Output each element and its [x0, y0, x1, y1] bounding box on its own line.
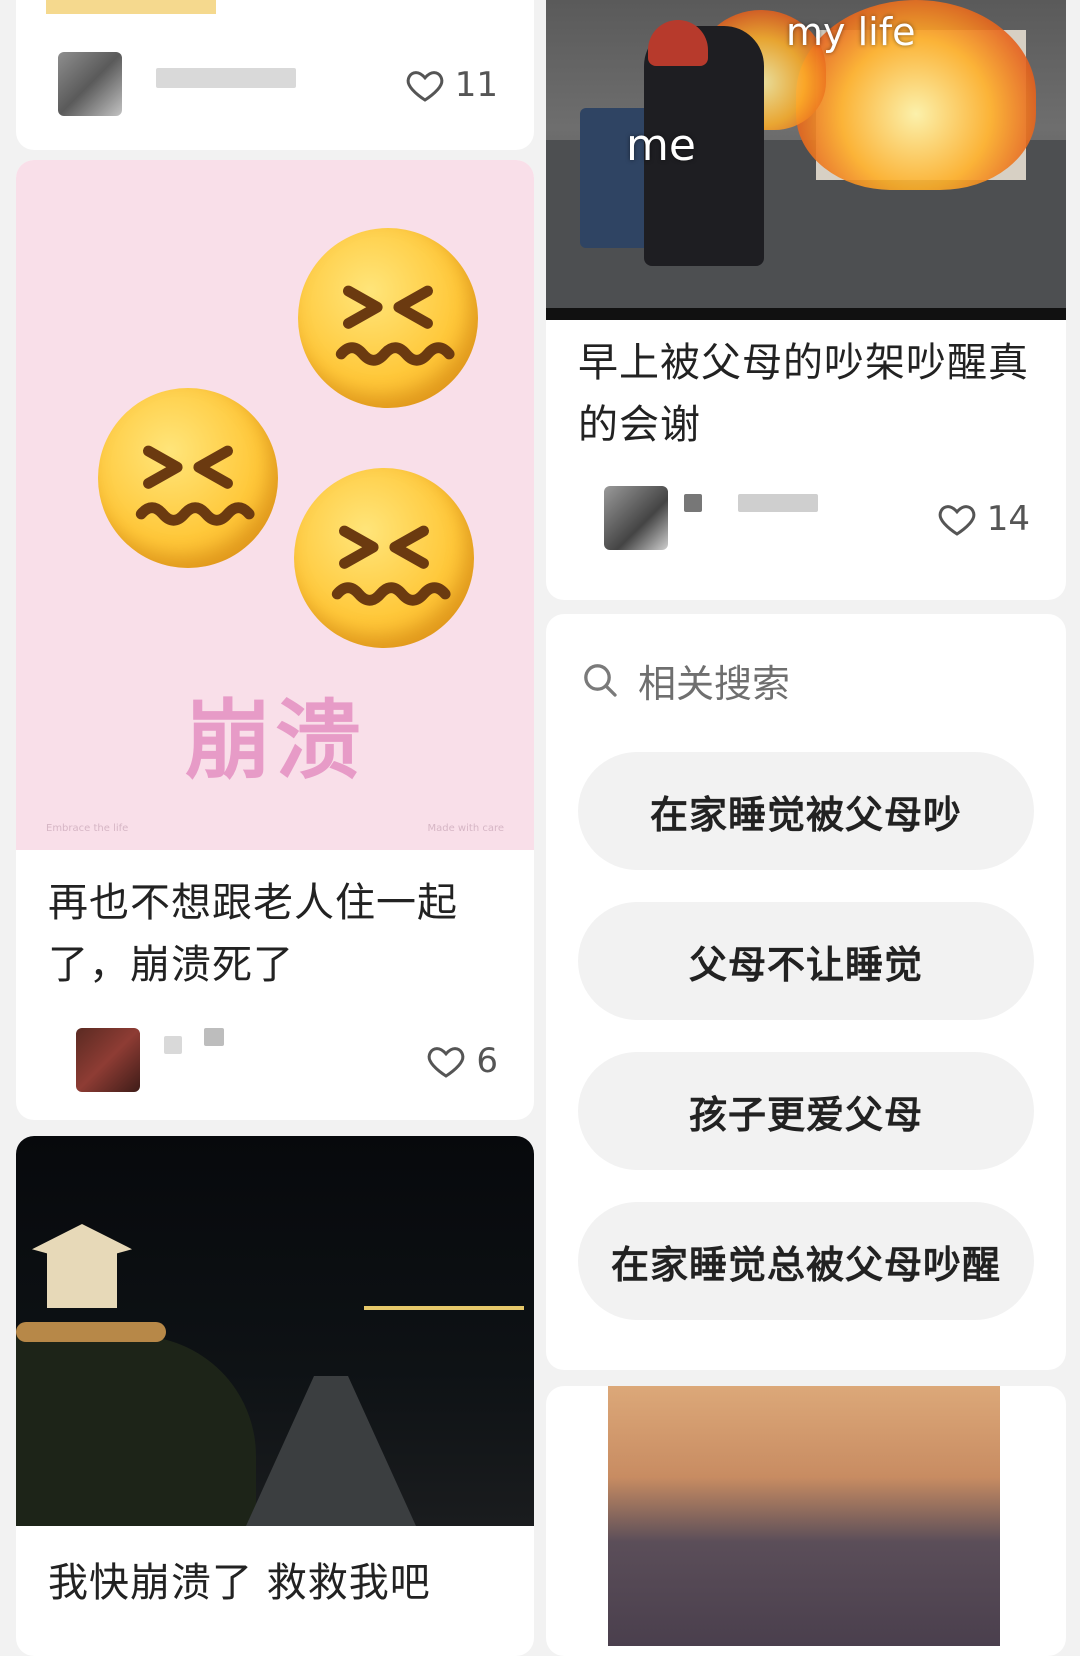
- related-search-chip[interactable]: 在家睡觉被父母吵: [578, 752, 1034, 870]
- image-footnote-left: Embrace the life: [46, 823, 129, 834]
- confounded-face-icon: [298, 228, 478, 408]
- confounded-face-icon: [294, 468, 474, 648]
- post-title[interactable]: 再也不想跟老人住一起了，崩溃死了: [48, 872, 506, 996]
- confounded-face-icon: [98, 388, 278, 568]
- post-title[interactable]: 早上被父母的吵架吵醒真的会谢: [578, 332, 1038, 456]
- heart-icon: [428, 1047, 465, 1078]
- image-hill: [16, 1336, 256, 1526]
- username-blurred[interactable]: [738, 494, 818, 512]
- post-title[interactable]: 我快崩溃了 救救我吧: [48, 1552, 506, 1614]
- related-search-chip[interactable]: 孩子更爱父母: [578, 1052, 1034, 1170]
- avatar[interactable]: [76, 1028, 140, 1092]
- username-blurred[interactable]: [156, 68, 296, 88]
- post-image[interactable]: [608, 1386, 1000, 1646]
- username-blurred[interactable]: [204, 1028, 224, 1046]
- image-pavilion: [32, 1224, 132, 1308]
- related-search-header: 相关搜索: [580, 650, 790, 710]
- like-button[interactable]: 14: [937, 496, 1030, 542]
- related-search-card: 相关搜索 在家睡觉被父母吵 父母不让睡觉 孩子更爱父母 在家睡觉总被父母吵醒: [546, 614, 1066, 1370]
- city-lights: [364, 1306, 524, 1310]
- avatar[interactable]: [58, 52, 122, 116]
- post-image[interactable]: my life me: [546, 0, 1066, 320]
- heart-icon: [938, 505, 976, 536]
- username-blurred[interactable]: [164, 1036, 182, 1054]
- like-count: 14: [986, 499, 1030, 539]
- related-search-title: 相关搜索: [638, 661, 791, 706]
- post-meta: 6: [58, 1028, 498, 1098]
- username-blurred[interactable]: [684, 494, 702, 512]
- heart-icon: [406, 71, 444, 102]
- avatar[interactable]: [604, 486, 668, 550]
- image-caption: 崩溃: [185, 691, 365, 791]
- post-card-5[interactable]: [546, 1386, 1066, 1656]
- search-icon: [584, 664, 617, 697]
- meme-label-mylife: my life: [786, 10, 916, 54]
- related-search-chip[interactable]: 在家睡觉总被父母吵醒: [578, 1202, 1034, 1320]
- post-image[interactable]: [16, 1136, 534, 1526]
- related-search-chip[interactable]: 父母不让睡觉: [578, 902, 1034, 1020]
- post-thumb-fragment: [46, 0, 216, 14]
- image-bottom-bar: [546, 308, 1066, 320]
- image-footnote-right: Made with care: [427, 823, 505, 834]
- post-image[interactable]: 崩溃 Embrace the life Made with care: [16, 160, 534, 850]
- like-button[interactable]: 6: [426, 1038, 498, 1084]
- post-meta: 11: [58, 52, 498, 122]
- like-button[interactable]: 11: [405, 62, 498, 108]
- post-card-3[interactable]: 我快崩溃了 救救我吧: [16, 1136, 534, 1656]
- image-bridge: [16, 1322, 166, 1342]
- post-card-2[interactable]: 崩溃 Embrace the life Made with care 再也不想跟…: [16, 160, 534, 1120]
- post-meta: 14: [588, 486, 1030, 556]
- like-count: 11: [454, 65, 498, 105]
- image-road: [246, 1376, 416, 1526]
- post-card-4[interactable]: my life me 早上被父母的吵架吵醒真的会谢 14: [546, 0, 1066, 600]
- post-card-1[interactable]: 11: [16, 0, 534, 150]
- meme-label-me: me: [626, 120, 696, 171]
- like-count: 6: [476, 1041, 498, 1081]
